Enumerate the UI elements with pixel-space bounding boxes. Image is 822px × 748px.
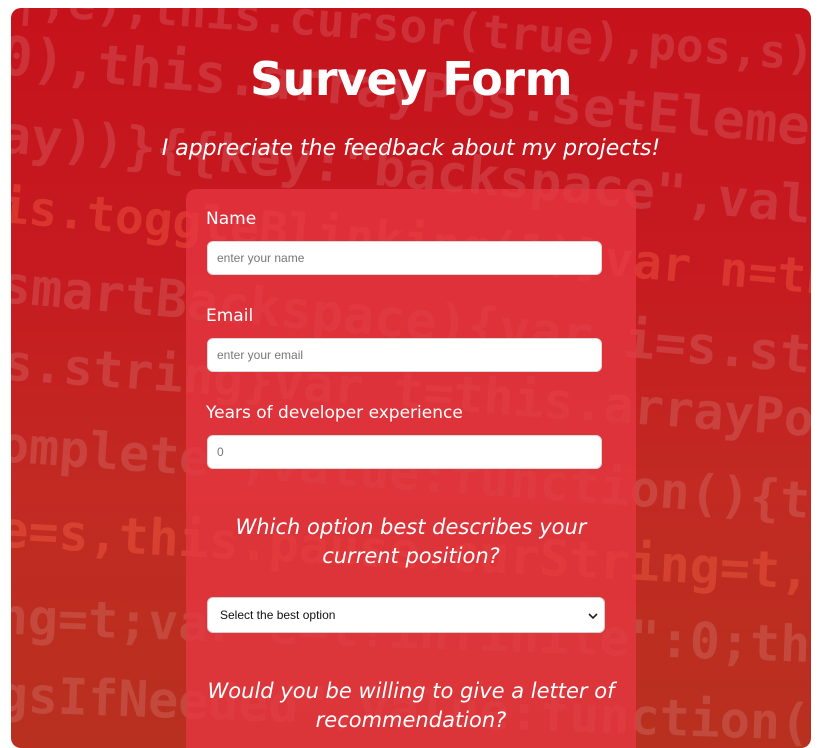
position-select-value: Select the best option	[220, 608, 336, 622]
chevron-down-icon	[588, 610, 598, 620]
position-question: Which option best describes your current…	[235, 515, 587, 568]
email-input[interactable]	[207, 338, 602, 372]
page-title: Survey Form	[249, 52, 573, 106]
page-subtitle: I appreciate the feedback about my proje…	[161, 136, 661, 161]
recommend-question: Would you be willing to give a letter of…	[207, 679, 615, 732]
position-select[interactable]: Select the best option	[207, 597, 605, 633]
name-input[interactable]	[207, 241, 602, 275]
experience-input[interactable]	[207, 435, 602, 469]
experience-label: Years of developer experience	[206, 403, 463, 423]
name-label: Name	[206, 209, 257, 229]
email-label: Email	[206, 306, 254, 326]
survey-page: |,e);this.cursor(true),pos,s)},n)),timeo…	[11, 8, 811, 748]
survey-form: Name Email Years of developer experience…	[186, 189, 636, 748]
